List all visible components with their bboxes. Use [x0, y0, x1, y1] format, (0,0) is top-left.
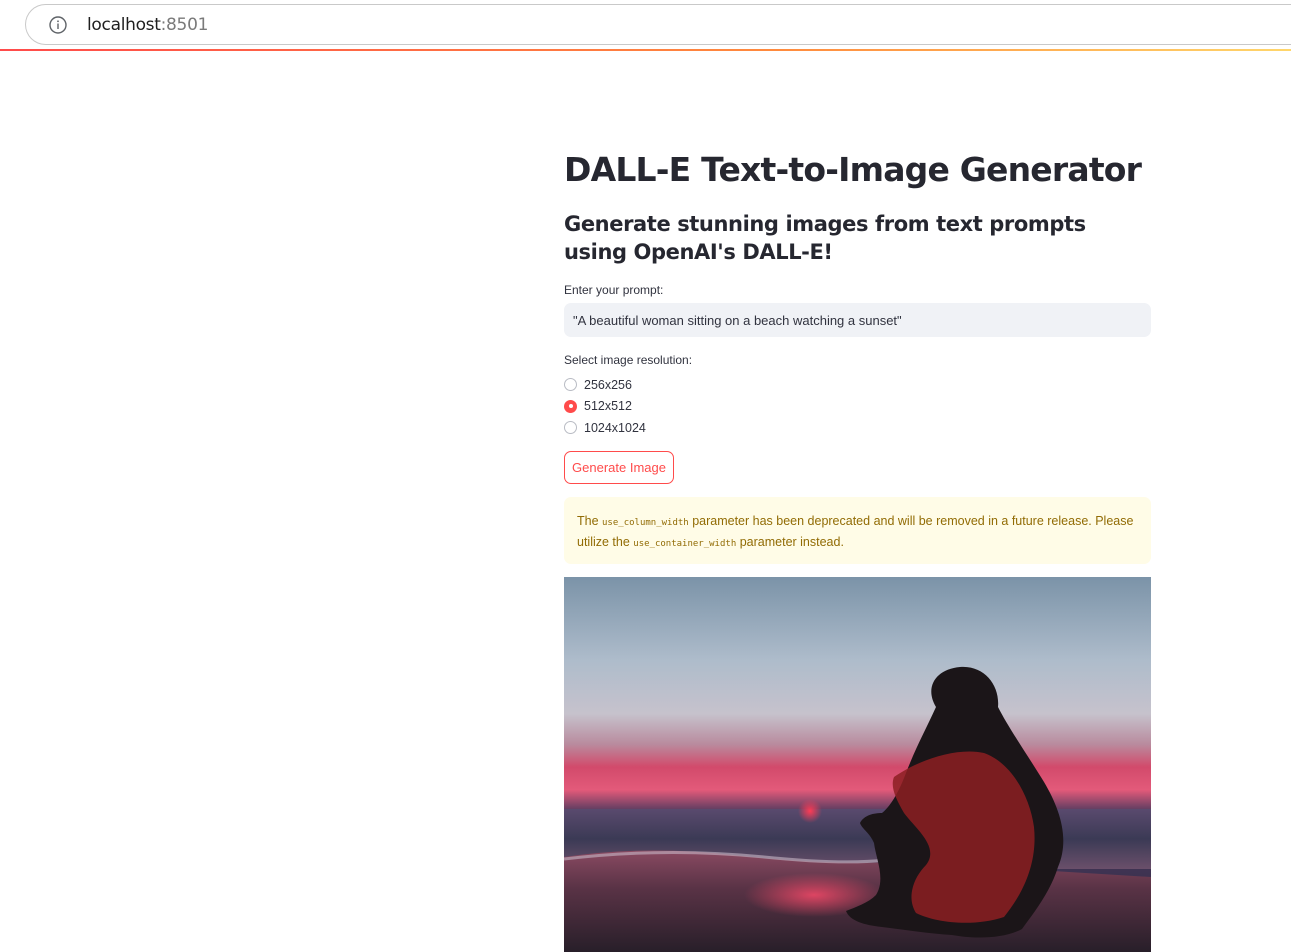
url-text[interactable]: localhost:8501 [87, 15, 208, 35]
resolution-option-1024[interactable]: 1024x1024 [564, 417, 646, 439]
generated-image [564, 577, 1151, 952]
url-host: localhost [87, 15, 161, 35]
page-subtitle: Generate stunning images from text promp… [564, 212, 1086, 264]
warning-code-use-column-width: use_column_width [602, 518, 689, 528]
radio-option-label: 1024x1024 [584, 420, 646, 435]
generate-image-button[interactable]: Generate Image [564, 451, 674, 484]
resolution-option-256[interactable]: 256x256 [564, 374, 646, 396]
radio-button[interactable] [564, 378, 577, 392]
resolution-label: Select image resolution: [564, 353, 693, 367]
browser-toolbar: localhost:8501 [0, 0, 1291, 50]
page-title: DALL-E Text-to-Image Generator [564, 150, 1142, 189]
radio-option-label: 512x512 [584, 399, 632, 414]
warning-code-use-container-width: use_container_width [633, 539, 737, 549]
sunset-beach-image [564, 577, 1151, 952]
resolution-option-512[interactable]: 512x512 [564, 396, 646, 418]
prompt-label: Enter your prompt: [564, 283, 664, 297]
warning-text: The [577, 514, 603, 528]
warning-text: parameter instead. [736, 535, 844, 549]
resolution-radio-group: 256x256 512x512 1024x1024 [564, 374, 646, 439]
app-decoration-bar [0, 49, 1291, 51]
radio-option-label: 256x256 [584, 377, 632, 392]
address-bar[interactable]: localhost:8501 [25, 4, 1291, 45]
radio-button[interactable] [564, 421, 577, 435]
prompt-input[interactable] [564, 303, 1151, 337]
deprecation-warning: The use_column_width parameter has been … [564, 497, 1151, 564]
info-icon[interactable] [48, 15, 68, 35]
radio-button-selected[interactable] [564, 399, 577, 413]
url-port: :8501 [160, 15, 209, 35]
